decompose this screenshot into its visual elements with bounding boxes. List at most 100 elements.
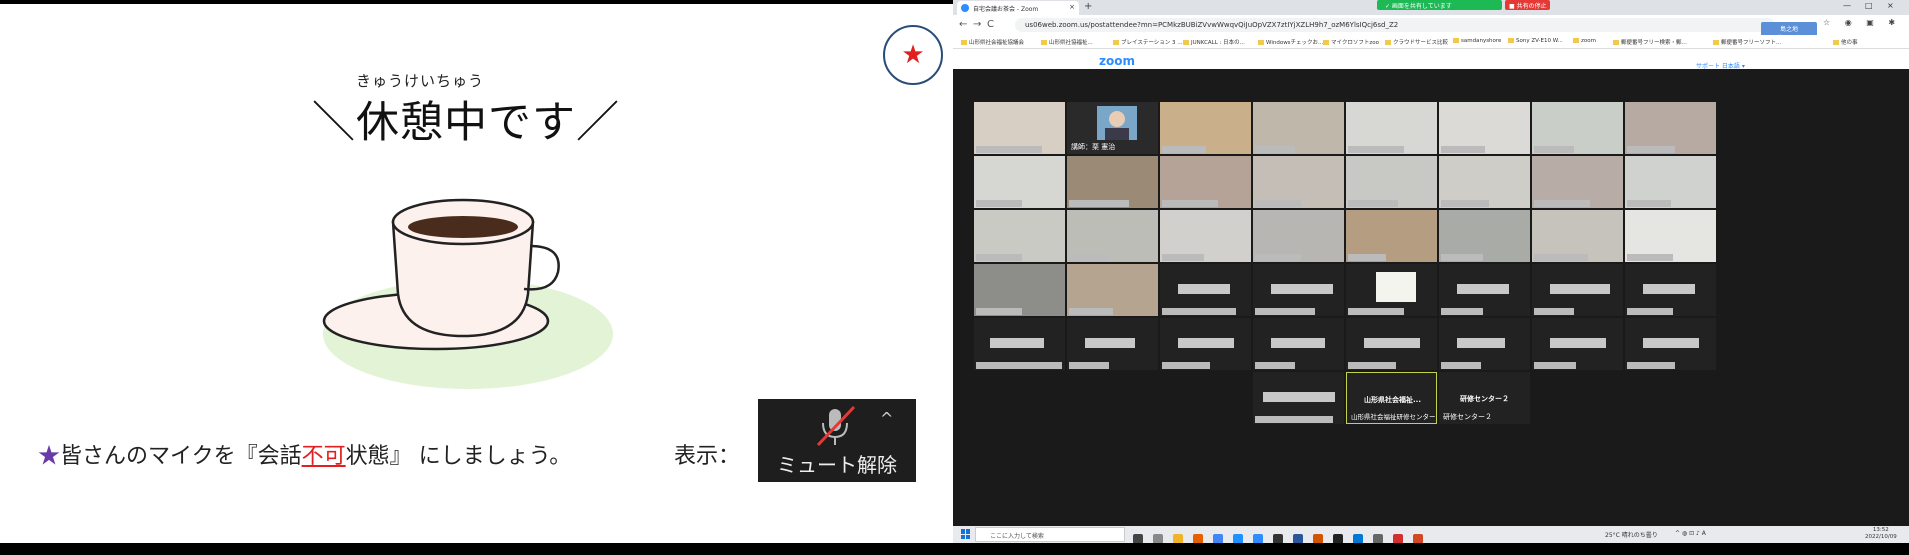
participant-tile[interactable] <box>974 264 1065 316</box>
participant-tile[interactable] <box>1625 264 1716 316</box>
new-tab-button[interactable]: + <box>1084 1 1092 12</box>
participant-tile[interactable] <box>1439 210 1530 262</box>
participant-tile[interactable] <box>1532 318 1623 370</box>
bookmark-item[interactable]: Sony ZV-E10 W... <box>1508 38 1563 44</box>
camera-icon[interactable] <box>1373 534 1383 543</box>
chrome-icon[interactable] <box>1213 534 1223 543</box>
tab-zoom[interactable]: 自宅会議お茶会 - Zoom × <box>957 1 1079 15</box>
redacted-name <box>1162 146 1206 153</box>
firefox-icon[interactable] <box>1193 534 1203 543</box>
participant-tile[interactable] <box>1439 264 1530 316</box>
participant-tile[interactable] <box>1160 264 1251 316</box>
task-view-icon[interactable] <box>1133 534 1143 543</box>
zoom-app-icon[interactable] <box>1253 534 1263 543</box>
participant-tile[interactable] <box>1625 210 1716 262</box>
windows-start-icon[interactable] <box>961 529 971 539</box>
url-text: us06web.zoom.us/postattendee?mn=PCMkzBUB… <box>1025 21 1399 29</box>
mail-icon[interactable] <box>1353 534 1363 543</box>
participant-tile[interactable] <box>1346 264 1437 316</box>
participant-tile[interactable] <box>1439 318 1530 370</box>
bookmark-item[interactable]: ブレイステーション 3 ... <box>1113 38 1182 46</box>
participant-tile[interactable] <box>1253 156 1344 208</box>
zoom-logo[interactable]: zoom <box>1099 56 1135 66</box>
sharing-banner: ✓ 画面を共有しています <box>1377 0 1502 10</box>
taskbar-clock[interactable]: 13:52 2022/10/09 <box>1865 527 1897 541</box>
word-icon[interactable] <box>1293 534 1303 543</box>
widget-icon[interactable] <box>1153 534 1163 543</box>
reload-button[interactable]: C <box>987 19 994 30</box>
redacted-name <box>1085 338 1135 348</box>
bookmark-item[interactable]: 他の事 <box>1833 38 1858 46</box>
participant-tile-speaking[interactable]: 山形県社会福祉... 山形県社会福祉研修センター <box>1346 372 1437 424</box>
acrobat-icon[interactable] <box>1393 534 1403 543</box>
url-field[interactable]: us06web.zoom.us/postattendee?mn=PCMkzBUB… <box>1015 18 1775 32</box>
participant-tile[interactable] <box>1346 156 1437 208</box>
participant-tile[interactable] <box>1067 264 1158 316</box>
bookmark-item[interactable]: zoom <box>1573 38 1596 44</box>
app-icon[interactable] <box>1333 534 1343 543</box>
participant-tile[interactable] <box>974 210 1065 262</box>
participant-tile[interactable] <box>1160 102 1251 154</box>
participant-tile[interactable] <box>1067 210 1158 262</box>
participant-tile[interactable] <box>974 156 1065 208</box>
bookmark-item[interactable]: クラウドサービス比較 <box>1385 38 1448 46</box>
bookmark-item[interactable]: samdanyshore <box>1453 38 1501 44</box>
bookmark-item[interactable]: Windowsチェックお... <box>1258 38 1323 46</box>
participant-tile[interactable] <box>1253 318 1344 370</box>
app-icon[interactable] <box>1313 534 1323 543</box>
participant-tile[interactable]: 研修センター２ 研修センター２ <box>1439 372 1530 424</box>
participant-tile[interactable] <box>1067 156 1158 208</box>
participant-tile[interactable] <box>1253 372 1344 424</box>
tab-close-icon[interactable]: × <box>1069 3 1075 11</box>
participant-tile[interactable] <box>1346 210 1437 262</box>
bookmark-item[interactable]: マイクロソフトzoo <box>1323 38 1379 46</box>
participant-tile[interactable] <box>1625 156 1716 208</box>
close-window-button[interactable]: × <box>1887 1 1894 10</box>
bookmark-item[interactable]: JUNKCALL : 日本の... <box>1183 38 1245 46</box>
app-icon[interactable] <box>1273 534 1283 543</box>
stop-share-button[interactable]: ■ 共有の停止 <box>1505 0 1550 10</box>
participant-tile[interactable] <box>1532 156 1623 208</box>
participant-tile[interactable] <box>1067 318 1158 370</box>
participant-tile[interactable] <box>1253 264 1344 316</box>
weather-widget[interactable]: 25°C 晴れのち曇り <box>1605 530 1658 539</box>
system-tray[interactable]: ^ ◍ ⊡ ♪ A <box>1675 530 1706 537</box>
back-button[interactable]: ← <box>959 19 967 30</box>
forward-button[interactable]: → <box>973 19 981 30</box>
participant-tile[interactable] <box>1439 156 1530 208</box>
powerpoint-icon[interactable] <box>1413 534 1423 543</box>
explorer-icon[interactable] <box>1173 534 1183 543</box>
participant-tile[interactable] <box>1532 264 1623 316</box>
participant-tile[interactable] <box>1532 102 1623 154</box>
bookmark-item[interactable]: 郵便番号フリーソフト... <box>1713 38 1781 46</box>
tile-title: 研修センター２ <box>1460 395 1509 403</box>
extension-icons[interactable]: ☆ ◉ ▣ ✱ ⬇ ⋮ <box>1823 18 1909 27</box>
participant-tile[interactable] <box>1253 210 1344 262</box>
redacted-name <box>1457 338 1505 348</box>
instruction-text-pre: 皆さんのマイクを『会話 <box>60 444 302 469</box>
participant-tile[interactable] <box>1160 318 1251 370</box>
instruction-star: ★ <box>38 444 61 469</box>
tab-title: 自宅会議お茶会 - Zoom <box>973 6 1039 13</box>
minimize-button[interactable]: — <box>1843 1 1851 10</box>
participant-tile[interactable] <box>974 318 1065 370</box>
taskbar-search-input[interactable]: ここに入力して検索 <box>975 527 1125 542</box>
participant-tile[interactable] <box>1160 156 1251 208</box>
participant-tile[interactable] <box>1253 102 1344 154</box>
participant-tile[interactable] <box>1346 318 1437 370</box>
participant-tile[interactable] <box>1532 210 1623 262</box>
participant-tile[interactable] <box>1625 102 1716 154</box>
participant-tile[interactable] <box>1625 318 1716 370</box>
edge-icon[interactable] <box>1233 534 1243 543</box>
bookmark-item[interactable]: 山形県社会福祉協議会 <box>961 38 1024 46</box>
muted-mic-icon <box>816 405 856 447</box>
redacted-name <box>1069 362 1109 369</box>
participant-tile[interactable] <box>1346 102 1437 154</box>
participant-tile[interactable]: 講師：栗 憲治 <box>1067 102 1158 154</box>
bookmark-item[interactable]: 山形県社協福祉... <box>1041 38 1093 46</box>
participant-tile[interactable] <box>974 102 1065 154</box>
maximize-button[interactable]: □ <box>1865 1 1873 10</box>
participant-tile[interactable] <box>1160 210 1251 262</box>
participant-tile[interactable] <box>1439 102 1530 154</box>
bookmark-item[interactable]: 郵便番号フリー検索・郵... <box>1613 38 1687 46</box>
